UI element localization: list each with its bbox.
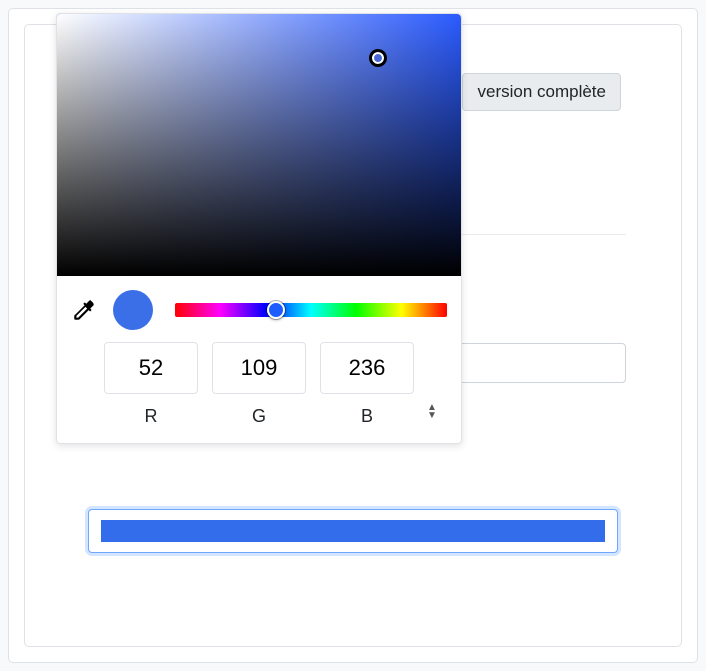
sv-black-layer <box>57 14 461 276</box>
hue-thumb[interactable] <box>267 301 285 319</box>
color-picker: R G B <box>56 13 462 444</box>
b-label: B <box>320 406 414 427</box>
color-mode-switch-icon[interactable] <box>427 404 443 420</box>
saturation-value-area[interactable] <box>57 14 461 276</box>
color-swatch-bar[interactable] <box>101 520 605 542</box>
color-input-focused[interactable] <box>88 509 618 553</box>
current-color-circle <box>113 290 153 330</box>
g-input[interactable] <box>212 342 306 394</box>
picker-controls-row <box>57 276 461 342</box>
hue-slider[interactable] <box>175 303 447 317</box>
rgb-inputs-row <box>57 342 461 400</box>
rgb-labels-row: R G B <box>57 400 461 443</box>
r-input[interactable] <box>104 342 198 394</box>
sv-cursor[interactable] <box>369 49 387 67</box>
eyedropper-icon[interactable] <box>71 297 97 323</box>
b-input[interactable] <box>320 342 414 394</box>
g-label: G <box>212 406 306 427</box>
version-complete-button[interactable]: version complète <box>462 73 621 111</box>
r-label: R <box>104 406 198 427</box>
